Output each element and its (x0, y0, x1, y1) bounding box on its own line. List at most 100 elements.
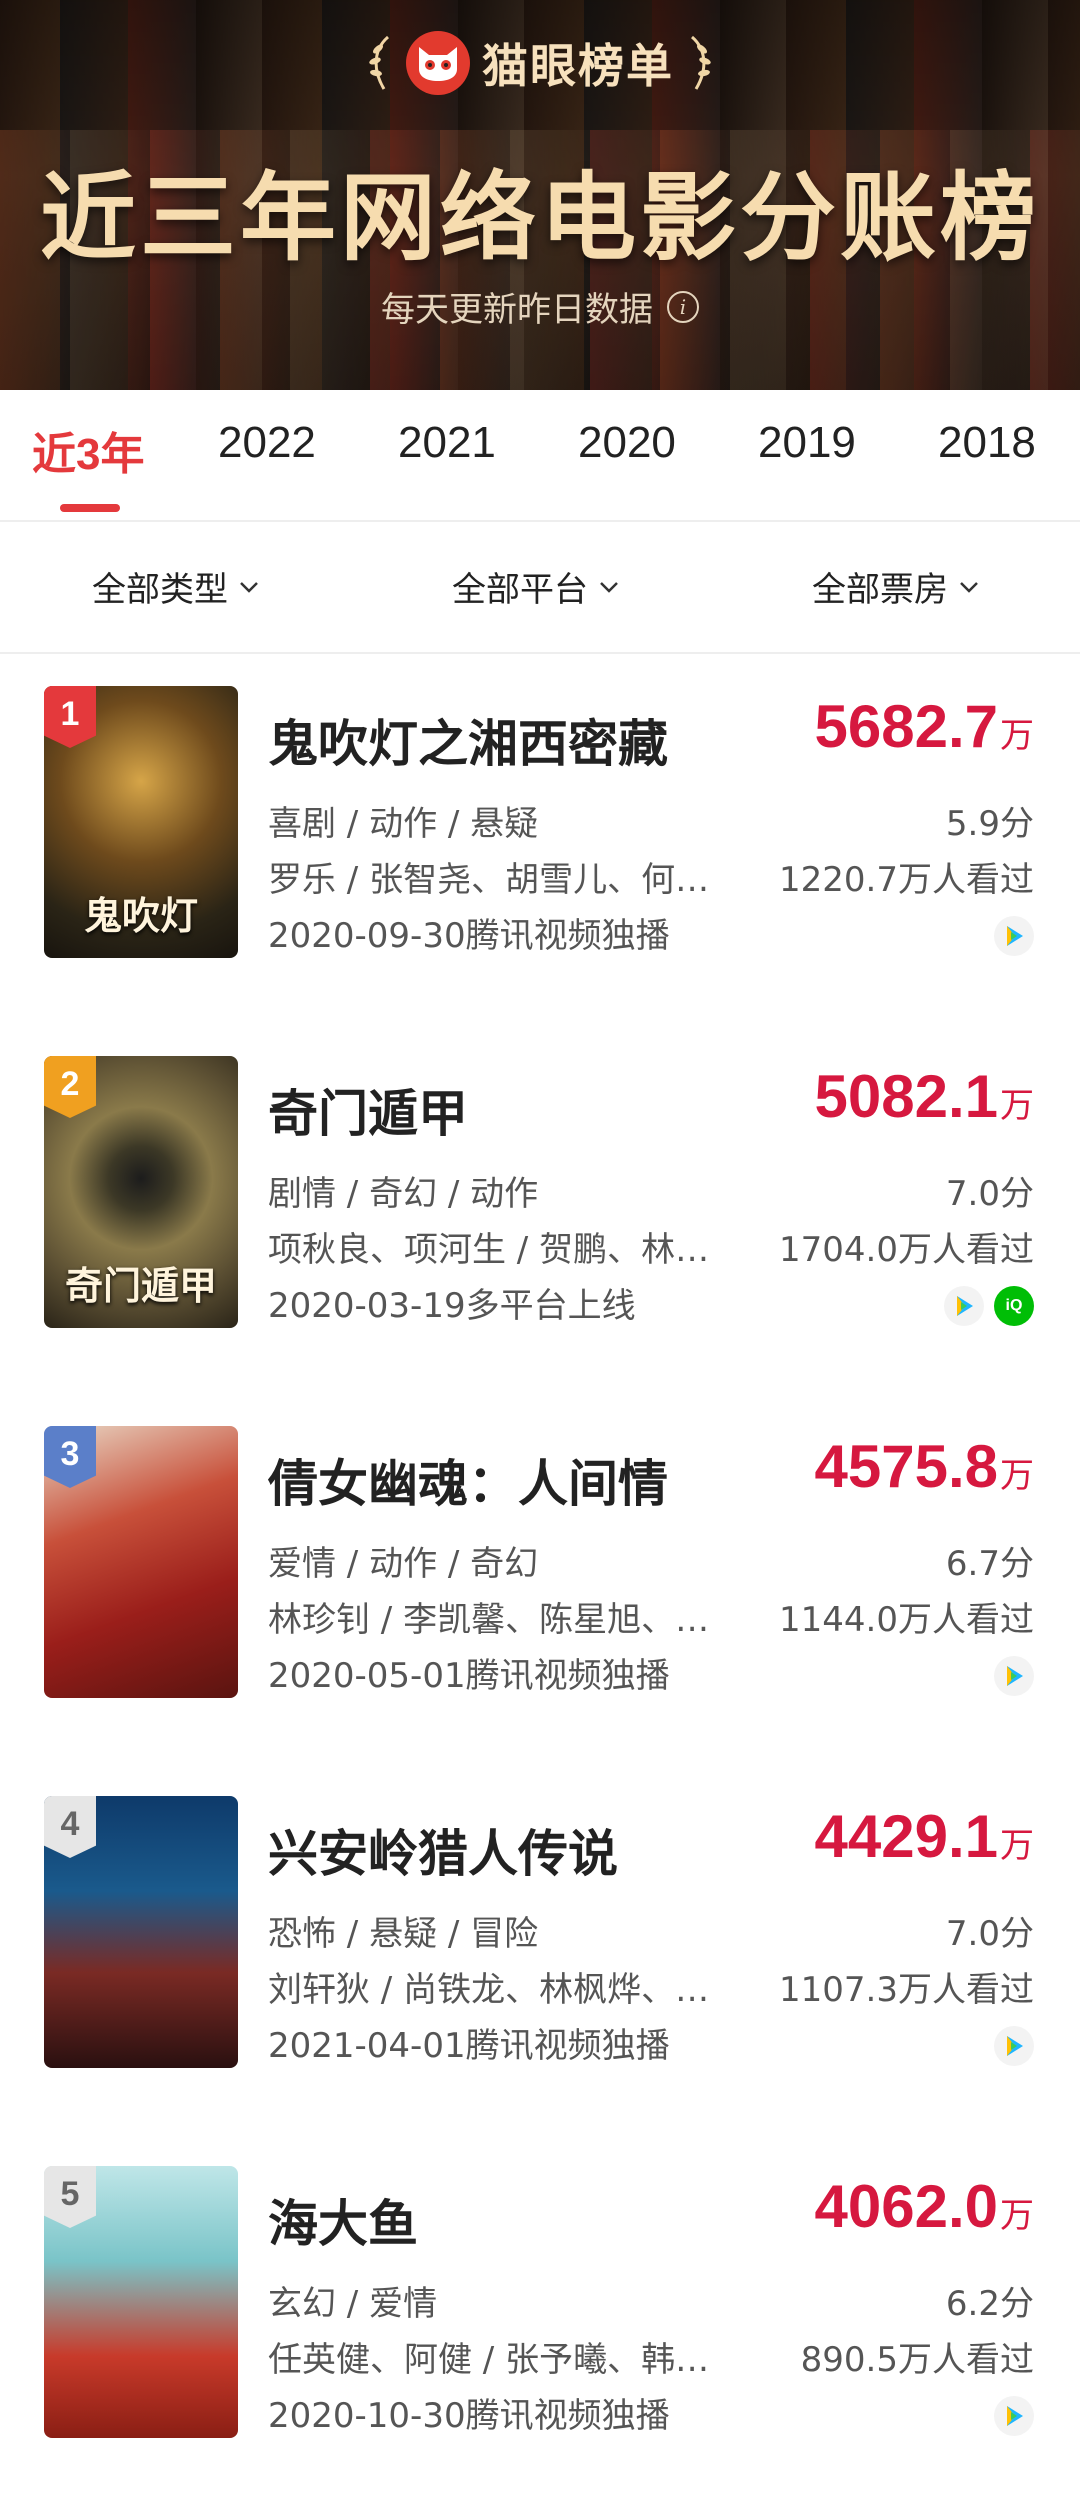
laurel-right-icon (690, 35, 711, 90)
movie-cast: 任英健、阿健 / 张予曦、韩栋… (268, 2340, 738, 2380)
movie-list: 1 鬼吹灯 鬼吹灯之湘西密藏 5682.7万 喜剧 / 动作 / 悬疑 5.9分… (0, 654, 1080, 2504)
movie-title[interactable]: 倩女幽魂：人间情 (268, 1444, 668, 1516)
rank-badge: 5 (44, 2166, 96, 2228)
box-office-unit: 万 (1000, 1827, 1034, 1865)
movie-poster[interactable]: 1 鬼吹灯 (44, 686, 238, 958)
movie-poster[interactable]: 2 奇门遁甲 (44, 1056, 238, 1328)
platform-icons (994, 2026, 1034, 2066)
chevron-down-icon (600, 581, 618, 593)
poster-title: 奇门遁甲 (64, 1263, 217, 1308)
tab-2022[interactable]: 2022 (218, 418, 316, 468)
box-office-unit: 万 (1000, 1087, 1034, 1125)
movie-poster[interactable]: 3 (44, 1426, 238, 1698)
movie-title[interactable]: 鬼吹灯之湘西密藏 (268, 704, 668, 776)
movie-poster[interactable]: 4 (44, 1796, 238, 2068)
movie-viewers: 1144.0万人看过 (779, 1600, 1034, 1640)
movie-viewers: 890.5万人看过 (800, 2340, 1034, 2380)
box-office: 4062.0万 (814, 2172, 1034, 2241)
box-office-value: 4429.1 (814, 1803, 998, 1870)
movie-row[interactable]: 5 海大鱼 4062.0万 玄幻 / 爱情 6.2分 任英健、阿健 / 张予曦、… (0, 2134, 1080, 2504)
poster-title: 鬼吹灯 (83, 893, 198, 938)
filter-bar: 全部类型 全部平台 全部票房 (0, 522, 1080, 654)
chevron-down-icon (960, 581, 978, 593)
info-icon[interactable]: i (667, 290, 699, 323)
tab-2020[interactable]: 2020 (578, 418, 676, 468)
movie-genres: 玄幻 / 爱情 (268, 2284, 438, 2324)
box-office: 4429.1万 (814, 1802, 1034, 1871)
movie-title[interactable]: 兴安岭猎人传说 (268, 1814, 618, 1886)
movie-viewers: 1704.0万人看过 (779, 1230, 1034, 1270)
movie-title[interactable]: 海大鱼 (268, 2184, 418, 2256)
movie-title[interactable]: 奇门遁甲 (268, 1074, 468, 1146)
box-office-value: 4575.8 (814, 1433, 998, 1500)
movie-score: 5.9分 (945, 804, 1034, 844)
filter-platform-label: 全部平台 (452, 570, 588, 610)
filter-boxoffice-dropdown[interactable]: 全部票房 (812, 562, 980, 611)
rank-badge: 2 (44, 1056, 96, 1118)
movie-genres: 爱情 / 动作 / 奇幻 (268, 1544, 539, 1584)
header-banner: 猫眼榜单 近三年网络电影分账榜 每天更新昨日数据 i (0, 0, 1080, 390)
movie-row[interactable]: 3 倩女幽魂：人间情 4575.8万 爱情 / 动作 / 奇幻 6.7分 林珍钊… (0, 1394, 1080, 1764)
tencent-video-icon (944, 1286, 984, 1326)
movie-release: 2021-04-01腾讯视频独播 (268, 2026, 670, 2066)
movie-poster[interactable]: 5 (44, 2166, 238, 2438)
movie-cast: 林珍钊 / 李凯馨、陈星旭、… (268, 1600, 710, 1640)
year-tabs: 近3年 2022 2021 2020 2019 2018 (0, 390, 1080, 522)
tencent-video-icon (994, 1656, 1034, 1696)
tab-2018[interactable]: 2018 (938, 418, 1036, 468)
box-office: 5082.1万 (814, 1062, 1034, 1131)
filter-boxoffice-label: 全部票房 (812, 570, 948, 610)
movie-cast: 刘轩狄 / 尚铁龙、林枫烨、… (268, 1970, 710, 2010)
box-office: 4575.8万 (814, 1432, 1034, 1501)
active-tab-indicator (60, 504, 120, 512)
platform-icons (994, 2396, 1034, 2436)
tab-recent-3-years[interactable]: 近3年 (32, 418, 144, 482)
chevron-down-icon (240, 581, 258, 593)
box-office-value: 4062.0 (814, 2173, 998, 2240)
laurel-left-icon (369, 35, 390, 90)
box-office-value: 5082.1 (814, 1063, 998, 1130)
movie-cast: 罗乐 / 张智尧、胡雪儿、何… (268, 860, 710, 900)
filter-platform-dropdown[interactable]: 全部平台 (452, 562, 620, 611)
update-note: 每天更新昨日数据 i (0, 282, 1080, 331)
platform-icons (994, 916, 1034, 956)
filter-genre-dropdown[interactable]: 全部类型 (92, 562, 260, 611)
box-office-unit: 万 (1000, 2197, 1034, 2235)
movie-score: 6.2分 (945, 2284, 1034, 2324)
movie-score: 6.7分 (945, 1544, 1034, 1584)
movie-genres: 剧情 / 奇幻 / 动作 (268, 1174, 539, 1214)
movie-genres: 喜剧 / 动作 / 悬疑 (268, 804, 539, 844)
rank-badge: 3 (44, 1426, 96, 1488)
brand-name: 猫眼榜单 (482, 39, 674, 93)
tencent-video-icon (994, 916, 1034, 956)
movie-viewers: 1107.3万人看过 (779, 1970, 1034, 2010)
movie-row[interactable]: 1 鬼吹灯 鬼吹灯之湘西密藏 5682.7万 喜剧 / 动作 / 悬疑 5.9分… (0, 654, 1080, 1024)
box-office-unit: 万 (1000, 1457, 1034, 1495)
box-office: 5682.7万 (814, 692, 1034, 761)
box-office-value: 5682.7 (814, 693, 998, 760)
movie-release: 2020-09-30腾讯视频独播 (268, 916, 670, 956)
maoyan-logo-icon (406, 31, 470, 95)
movie-release: 2020-10-30腾讯视频独播 (268, 2396, 670, 2436)
platform-icons (994, 1656, 1034, 1696)
rank-badge: 1 (44, 686, 96, 748)
rank-badge: 4 (44, 1796, 96, 1858)
tab-2021[interactable]: 2021 (398, 418, 496, 468)
tencent-video-icon (994, 2396, 1034, 2436)
filter-genre-label: 全部类型 (92, 570, 228, 610)
movie-score: 7.0分 (945, 1174, 1034, 1214)
movie-genres: 恐怖 / 悬疑 / 冒险 (268, 1914, 539, 1954)
update-note-text: 每天更新昨日数据 (381, 290, 653, 330)
tab-2019[interactable]: 2019 (758, 418, 856, 468)
brand: 猫眼榜单 (0, 30, 1080, 96)
movie-row[interactable]: 2 奇门遁甲 奇门遁甲 5082.1万 剧情 / 奇幻 / 动作 7.0分 项秋… (0, 1024, 1080, 1394)
platform-icons: iQ (944, 1286, 1034, 1326)
tencent-video-icon (994, 2026, 1034, 2066)
movie-row[interactable]: 4 兴安岭猎人传说 4429.1万 恐怖 / 悬疑 / 冒险 7.0分 刘轩狄 … (0, 1764, 1080, 2134)
movie-cast: 项秋良、项河生 / 贺鹏、林… (268, 1230, 710, 1270)
movie-viewers: 1220.7万人看过 (779, 860, 1034, 900)
movie-release: 2020-05-01腾讯视频独播 (268, 1656, 670, 1696)
movie-release: 2020-03-19多平台上线 (268, 1286, 636, 1326)
iqiyi-icon: iQ (994, 1286, 1034, 1326)
box-office-unit: 万 (1000, 717, 1034, 755)
